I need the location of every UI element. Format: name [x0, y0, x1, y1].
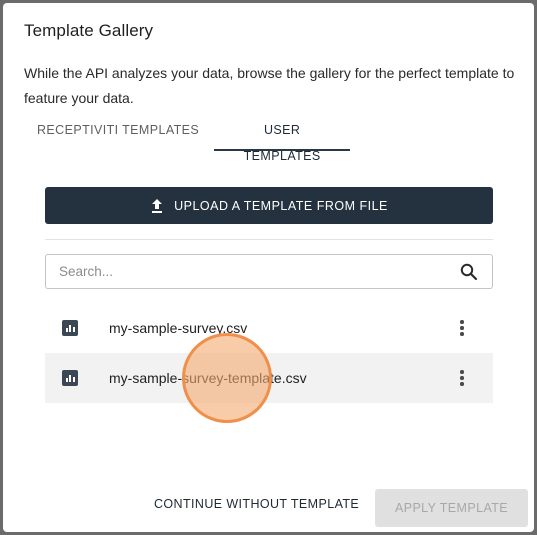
tab-bar: RECEPTIVITI TEMPLATES USER TEMPLATES	[25, 117, 351, 163]
search-icon[interactable]	[460, 263, 478, 281]
upload-button-label: UPLOAD A TEMPLATE FROM FILE	[174, 198, 388, 213]
template-name: my-sample-survey-template.csv	[109, 370, 307, 386]
upload-template-button[interactable]: UPLOAD A TEMPLATE FROM FILE	[45, 187, 493, 224]
continue-without-template-button[interactable]: CONTINUE WITHOUT TEMPLATE	[154, 497, 359, 511]
dialog-description: While the API analyzes your data, browse…	[24, 65, 515, 106]
divider	[45, 239, 493, 240]
bar-chart-icon	[62, 370, 78, 386]
template-list: my-sample-survey.csv my-sample-survey-te…	[45, 303, 493, 403]
apply-template-button[interactable]: APPLY TEMPLATE	[375, 489, 528, 527]
bar-chart-icon	[62, 320, 78, 336]
tab-user-templates[interactable]: USER TEMPLATES	[214, 117, 351, 163]
upload-icon	[150, 198, 164, 214]
template-gallery-dialog: Template Gallery While the API analyzes …	[3, 3, 534, 532]
dialog-title: Template Gallery	[24, 21, 154, 40]
tab-receptiviti-templates[interactable]: RECEPTIVITI TEMPLATES	[25, 117, 211, 151]
more-vert-icon[interactable]	[460, 370, 464, 386]
list-item[interactable]: my-sample-survey-template.csv	[45, 353, 493, 403]
search-input[interactable]	[57, 263, 460, 280]
list-item[interactable]: my-sample-survey.csv	[45, 303, 493, 353]
search-box	[45, 254, 493, 289]
more-vert-icon[interactable]	[460, 320, 464, 336]
template-name: my-sample-survey.csv	[109, 320, 248, 336]
